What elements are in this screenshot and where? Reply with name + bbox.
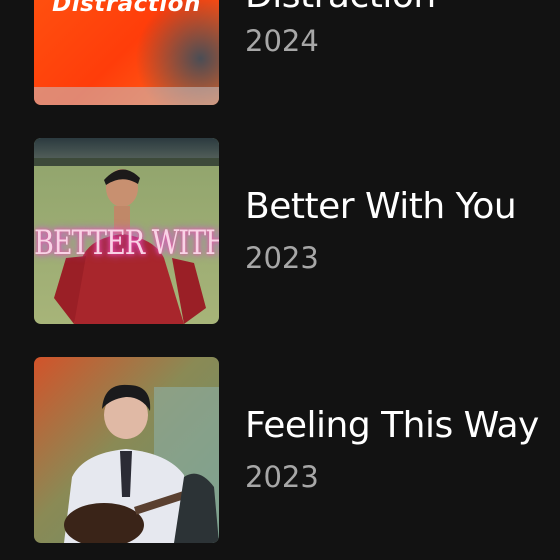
album-cover[interactable]: Distraction [34, 0, 219, 105]
album-cover[interactable]: BETTER WITH YOU [34, 138, 219, 324]
album-cover-art [34, 357, 219, 543]
release-item-distraction[interactable]: Distraction Distraction 2024 [0, 0, 560, 105]
release-title: Distraction [245, 0, 436, 16]
release-year: 2024 [245, 24, 319, 58]
album-cover[interactable] [34, 357, 219, 543]
release-title: Feeling This Way [245, 405, 539, 446]
release-year: 2023 [245, 460, 319, 494]
release-item-better-with-you[interactable]: BETTER WITH YOU Better With You 2023 [0, 138, 560, 324]
album-cover-text: Distraction [52, 0, 201, 17]
release-list: Distraction Distraction 2024 [0, 0, 560, 560]
album-cover-text: BETTER WITH YOU [34, 224, 219, 263]
release-title: Better With You [245, 186, 517, 227]
release-item-feeling-this-way[interactable]: Feeling This Way 2023 [0, 357, 560, 543]
release-year: 2023 [245, 241, 319, 275]
